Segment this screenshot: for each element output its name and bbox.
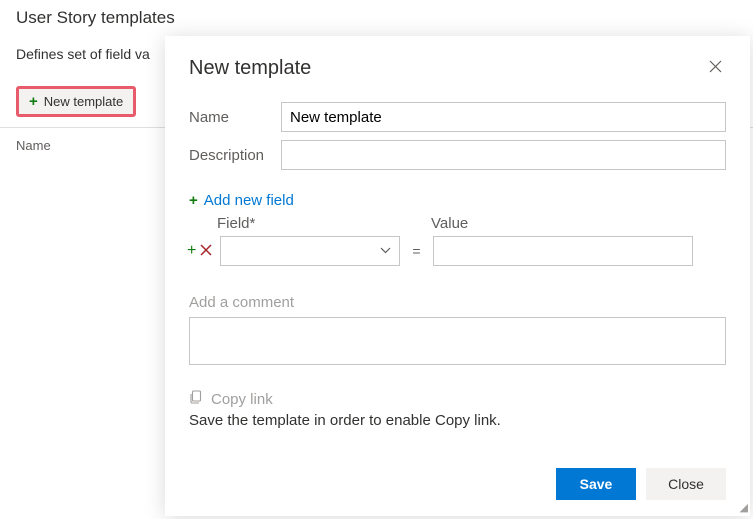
description-label: Description [189,147,271,164]
copy-link-icon [189,390,203,408]
add-field-text: Add new field [204,192,294,209]
plus-icon: + [29,94,38,109]
comment-input[interactable] [189,317,726,365]
close-icon[interactable] [705,56,726,80]
add-new-field-link[interactable]: + Add new field [189,192,294,209]
remove-row-icon[interactable] [200,244,212,259]
field-row: + = [187,236,726,266]
equals-sign: = [408,243,424,259]
close-button[interactable]: Close [646,468,726,500]
copy-link-label: Copy link [211,391,273,408]
copy-link-note: Save the template in order to enable Cop… [189,412,726,429]
field-select[interactable] [220,236,400,266]
comment-label: Add a comment [189,294,726,311]
save-button[interactable]: Save [556,468,636,500]
new-template-dialog: New template Name Description + Add new … [165,36,750,516]
value-column-header: Value [431,215,691,232]
dialog-title: New template [189,57,311,80]
name-input[interactable] [281,102,726,132]
value-input[interactable] [433,236,693,266]
description-input[interactable] [281,140,726,170]
resize-grip-icon: ◢ [740,503,748,514]
chevron-down-icon [380,245,391,257]
plus-icon: + [189,193,198,208]
new-template-label: New template [44,94,123,109]
new-template-button[interactable]: + New template [16,86,136,117]
add-row-icon[interactable]: + [187,243,196,259]
name-label: Name [189,109,271,126]
field-column-header: Field* [215,215,395,232]
page-title: User Story templates [16,8,737,28]
